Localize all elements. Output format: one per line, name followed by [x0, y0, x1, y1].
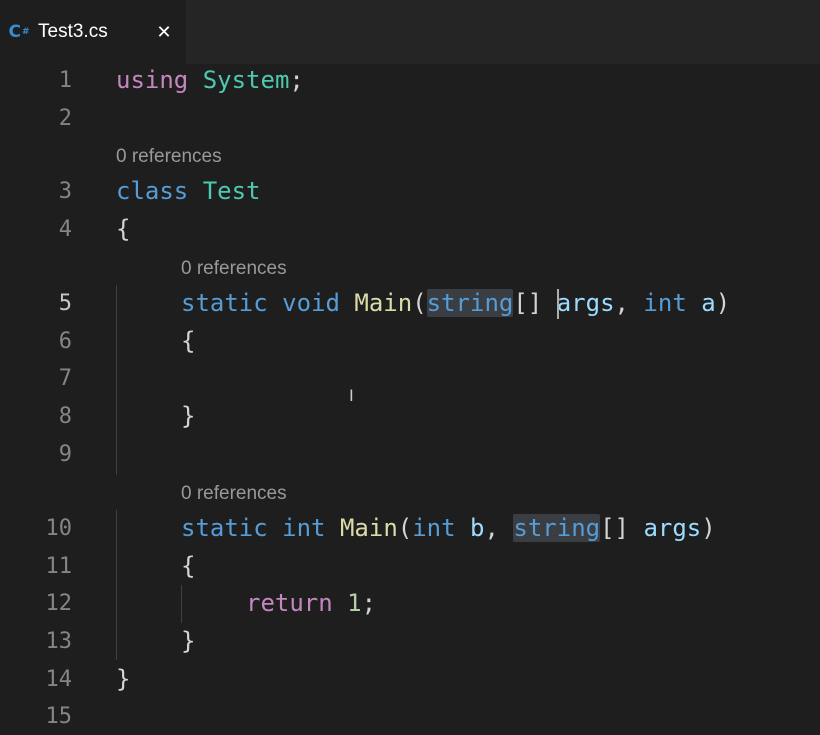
- code-editor[interactable]: 1 using System; 2 0 references 3 class T…: [0, 64, 820, 734]
- line-number: 12: [45, 591, 73, 616]
- tab-bar: C # Test3.cs ✕: [0, 0, 820, 64]
- code-line: 13 }: [0, 623, 820, 660]
- code-line: 3 class Test: [0, 173, 820, 210]
- code-line: 7: [0, 360, 820, 397]
- highlighted-symbol: string: [426, 289, 514, 317]
- code-text: }: [181, 402, 196, 430]
- text-cursor-icon: I: [349, 386, 354, 405]
- code-line: 1 using System;: [0, 62, 820, 99]
- text-caret: [557, 289, 559, 319]
- code-line: 15: [0, 698, 820, 735]
- code-text: class Test: [116, 177, 261, 205]
- code-text: static int Main(int b, string[] args): [181, 514, 716, 542]
- code-text: {: [116, 215, 131, 243]
- code-line: 4 {: [0, 211, 820, 248]
- line-number: 3: [58, 179, 72, 204]
- code-text: }: [116, 665, 131, 693]
- line-number: 14: [45, 667, 73, 692]
- line-number: 2: [58, 106, 72, 131]
- line-number: 10: [45, 516, 73, 541]
- line-number: 8: [58, 404, 72, 429]
- tab-title: Test3.cs: [38, 21, 108, 42]
- code-text: return 1;: [246, 589, 377, 617]
- line-number: 15: [45, 704, 73, 729]
- line-number: 13: [45, 629, 73, 654]
- tab-test3-cs[interactable]: C # Test3.cs ✕: [0, 0, 186, 64]
- code-text: static void Main(string[] args, int a): [181, 289, 731, 317]
- code-line: 11 {: [0, 548, 820, 585]
- line-number: 4: [58, 217, 72, 242]
- code-line: 12 return 1;: [0, 585, 820, 622]
- code-line: 10 static int Main(int b, string[] args): [0, 510, 820, 547]
- csharp-file-icon: C #: [8, 22, 30, 42]
- line-number: 1: [58, 68, 72, 93]
- code-text: }: [181, 627, 196, 655]
- codelens-references[interactable]: 0 references: [116, 146, 222, 168]
- line-number: 7: [58, 366, 72, 391]
- codelens-references[interactable]: 0 references: [181, 258, 287, 280]
- line-number: 9: [58, 442, 72, 467]
- code-text: {: [181, 552, 196, 580]
- codelens-references[interactable]: 0 references: [181, 483, 287, 505]
- code-text: {: [181, 327, 196, 355]
- code-line: 5 static void Main(string[] args, int a): [0, 285, 820, 322]
- highlighted-symbol: string: [513, 514, 601, 542]
- code-line: 2: [0, 100, 820, 137]
- code-line: 6 {: [0, 323, 820, 360]
- code-line: 9: [0, 436, 820, 473]
- code-line: 8 }: [0, 398, 820, 435]
- code-line: 14 }: [0, 661, 820, 698]
- line-number: 11: [45, 554, 73, 579]
- line-number: 6: [58, 329, 72, 354]
- close-icon[interactable]: ✕: [153, 20, 175, 44]
- line-number: 5: [58, 291, 72, 316]
- code-text: using System;: [116, 66, 304, 94]
